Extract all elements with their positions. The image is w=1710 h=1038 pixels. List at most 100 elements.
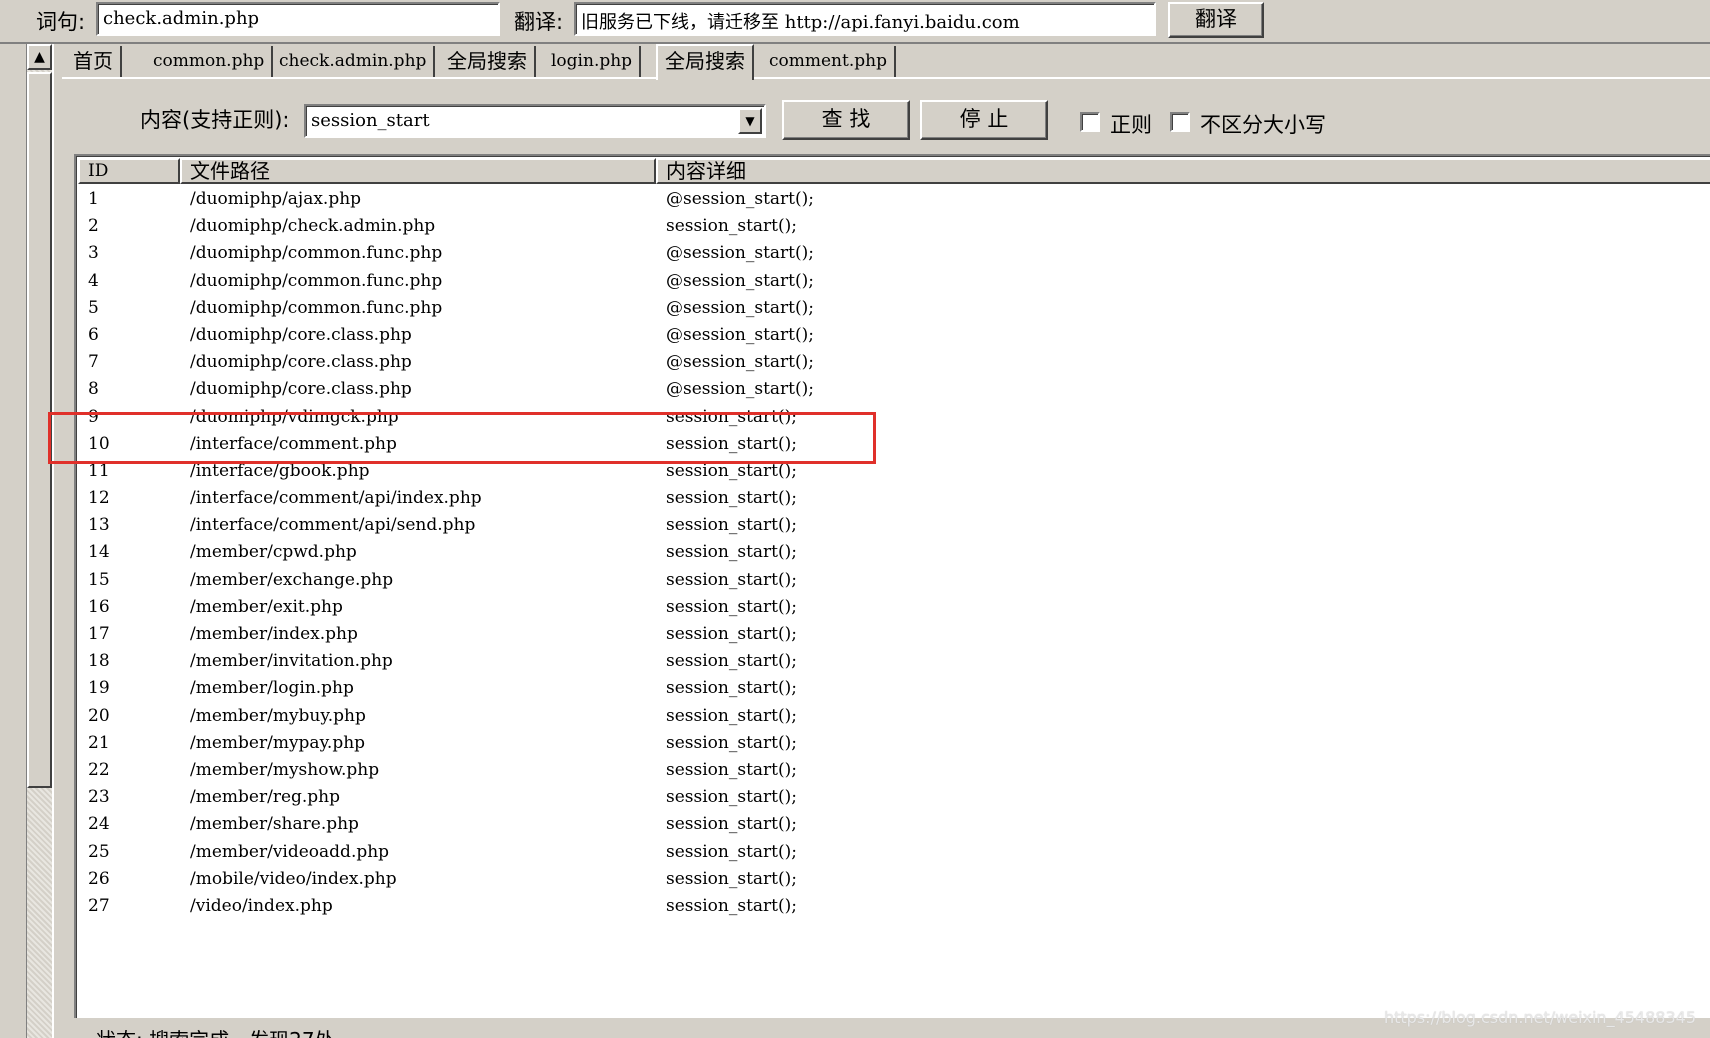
tab-global-search-2[interactable]: 全局搜索 [656, 44, 754, 80]
cell-path: /duomiphp/check.admin.php [190, 216, 436, 237]
cell-path: /interface/comment/api/send.php [190, 515, 476, 536]
table-row[interactable]: 13/interface/comment/api/send.php session… [78, 512, 1708, 539]
table-row[interactable]: 22/member/myshow.php session_start(); [78, 757, 1708, 784]
cell-content: session_start(); [666, 705, 797, 726]
cell-content: session_start(); [666, 759, 797, 780]
results-listview[interactable]: ID 文件路径 内容详细 1/duomiphp/ajax.php @session… [74, 154, 1710, 1018]
cell-content: @session_start(); [666, 243, 814, 264]
table-row[interactable]: 19/member/login.php session_start(); [78, 675, 1708, 702]
cell-id: 10 [88, 433, 110, 454]
cell-id: 9 [88, 406, 99, 427]
table-row[interactable]: 7/duomiphp/core.class.php @session_start(… [78, 349, 1708, 376]
cell-path: /member/mybuy.php [190, 705, 366, 726]
cell-path: /interface/gbook.php [190, 460, 370, 481]
table-row[interactable]: 26/mobile/video/index.php session_start()… [78, 866, 1708, 893]
dropdown-arrow-icon[interactable]: ▼ [738, 108, 762, 134]
table-row[interactable]: 21/member/mypay.php session_start(); [78, 730, 1708, 757]
cell-content: @session_start(); [666, 270, 814, 291]
cell-content: session_start(); [666, 868, 797, 889]
translate-button[interactable]: 翻译 [1168, 2, 1264, 38]
cell-id: 25 [88, 841, 110, 862]
watermark: https://blog.csdn.net/weixin_45488345 [1383, 1008, 1696, 1027]
find-button[interactable]: 查 找 [782, 100, 910, 140]
table-row[interactable]: 1/duomiphp/ajax.php @session_start(); [78, 186, 1708, 213]
cell-path: /video/index.php [190, 895, 333, 916]
table-row[interactable]: 16/member/exit.php session_start(); [78, 594, 1708, 621]
tab-global-search-1[interactable]: 全局搜索 [440, 46, 536, 78]
cell-path: /member/index.php [190, 624, 358, 644]
table-row[interactable]: 14/member/cpwd.php session_start(); [78, 539, 1708, 566]
table-row[interactable]: 3/duomiphp/common.func.php @session_start… [78, 240, 1708, 267]
cell-id: 11 [88, 460, 110, 481]
cell-path: /member/invitation.php [190, 651, 393, 672]
cell-id: 7 [88, 352, 99, 373]
tab-comment-php[interactable]: comment.php [762, 46, 896, 78]
column-header-path[interactable]: 文件路径 [180, 158, 656, 184]
cell-path: /member/login.php [190, 678, 354, 699]
cell-path: /member/exchange.php [190, 569, 394, 590]
table-row[interactable]: 12/interface/comment/api/index.php sessio… [78, 485, 1708, 512]
cell-path: /member/share.php [190, 814, 359, 835]
cell-id: 2 [88, 216, 99, 237]
ignore-case-checkbox[interactable] [1170, 112, 1190, 132]
cell-content: session_start(); [666, 406, 797, 427]
cell-path: /member/reg.php [190, 787, 341, 808]
search-input[interactable]: session_start [311, 110, 430, 131]
cell-content: session_start(); [666, 569, 797, 590]
stop-button[interactable]: 停 止 [920, 100, 1048, 140]
regex-checkbox[interactable] [1080, 112, 1100, 132]
cell-content: session_start(); [666, 515, 797, 536]
table-row[interactable]: 23/member/reg.php session_start(); [78, 784, 1708, 811]
cell-id: 13 [88, 515, 110, 536]
panel-frame [52, 44, 62, 1038]
table-row[interactable]: 10/interface/comment.php session_start(); [78, 431, 1708, 458]
cell-content: session_start(); [666, 678, 797, 699]
table-row[interactable]: 8/duomiphp/core.class.php @session_start(… [78, 376, 1708, 403]
cell-path: /duomiphp/core.class.php [190, 379, 412, 400]
translate-label: 翻译: [514, 10, 564, 34]
table-row[interactable]: 18/member/invitation.php session_start(); [78, 648, 1708, 675]
results-rows: 1/duomiphp/ajax.php @session_start(); 2/du… [78, 186, 1708, 920]
table-row[interactable]: 2/duomiphp/check.admin.php session_start(… [78, 213, 1708, 240]
cell-content: session_start(); [666, 460, 797, 481]
left-gutter [0, 44, 26, 1038]
cell-path: /duomiphp/common.func.php [190, 243, 443, 264]
word-input[interactable]: check.admin.php [96, 2, 500, 36]
table-row[interactable]: 27/video/index.php session_start(); [78, 893, 1708, 920]
cell-id: 12 [88, 488, 110, 509]
cell-content: @session_start(); [666, 352, 814, 373]
search-combobox[interactable]: session_start ▼ [304, 104, 766, 138]
cell-content: session_start(); [666, 841, 797, 862]
cell-id: 8 [88, 379, 99, 400]
translate-output[interactable]: 旧服务已下线，请迁移至 http://api.fanyi.baidu.com [574, 2, 1156, 36]
table-row[interactable]: 6/duomiphp/core.class.php @session_start(… [78, 322, 1708, 349]
scroll-up-arrow-icon[interactable]: ▲ [27, 44, 52, 70]
cell-id: 6 [88, 324, 99, 345]
cell-content: session_start(); [666, 624, 797, 644]
cell-path: /duomiphp/common.func.php [190, 297, 443, 318]
results-header: ID 文件路径 内容详细 [78, 158, 1710, 184]
cell-path: /member/videoadd.php [190, 841, 390, 862]
vertical-scrollbar[interactable]: ▲ [26, 44, 52, 1038]
table-row[interactable]: 25/member/videoadd.php session_start(); [78, 839, 1708, 866]
tab-underline [62, 77, 1710, 79]
column-header-id[interactable]: ID [78, 158, 180, 184]
scrollbar-thumb[interactable] [27, 72, 52, 788]
table-row[interactable]: 24/member/share.php session_start(); [78, 811, 1708, 838]
table-row[interactable]: 4/duomiphp/common.func.php @session_start… [78, 268, 1708, 295]
tab-home[interactable]: 首页 [66, 46, 122, 78]
table-row[interactable]: 9/duomiphp/vdimgck.php session_start(); [78, 404, 1708, 431]
table-row[interactable]: 20/member/mybuy.php session_start(); [78, 703, 1708, 730]
table-row[interactable]: 17/member/index.php session_start(); [78, 621, 1708, 648]
table-row[interactable]: 15/member/exchange.php session_start(); [78, 567, 1708, 594]
cell-content: session_start(); [666, 814, 797, 835]
cell-content: session_start(); [666, 433, 797, 454]
table-row[interactable]: 5/duomiphp/common.func.php @session_start… [78, 295, 1708, 322]
cell-content: @session_start(); [666, 189, 814, 209]
tab-common-php[interactable]: common.php [146, 46, 274, 78]
column-header-content[interactable]: 内容详细 [656, 158, 1710, 184]
tab-login-php[interactable]: login.php [544, 46, 642, 78]
table-row[interactable]: 11/interface/gbook.php session_start(); [78, 458, 1708, 485]
cell-path: /duomiphp/core.class.php [190, 324, 412, 345]
tab-check-admin-php[interactable]: check.admin.php [272, 46, 436, 78]
